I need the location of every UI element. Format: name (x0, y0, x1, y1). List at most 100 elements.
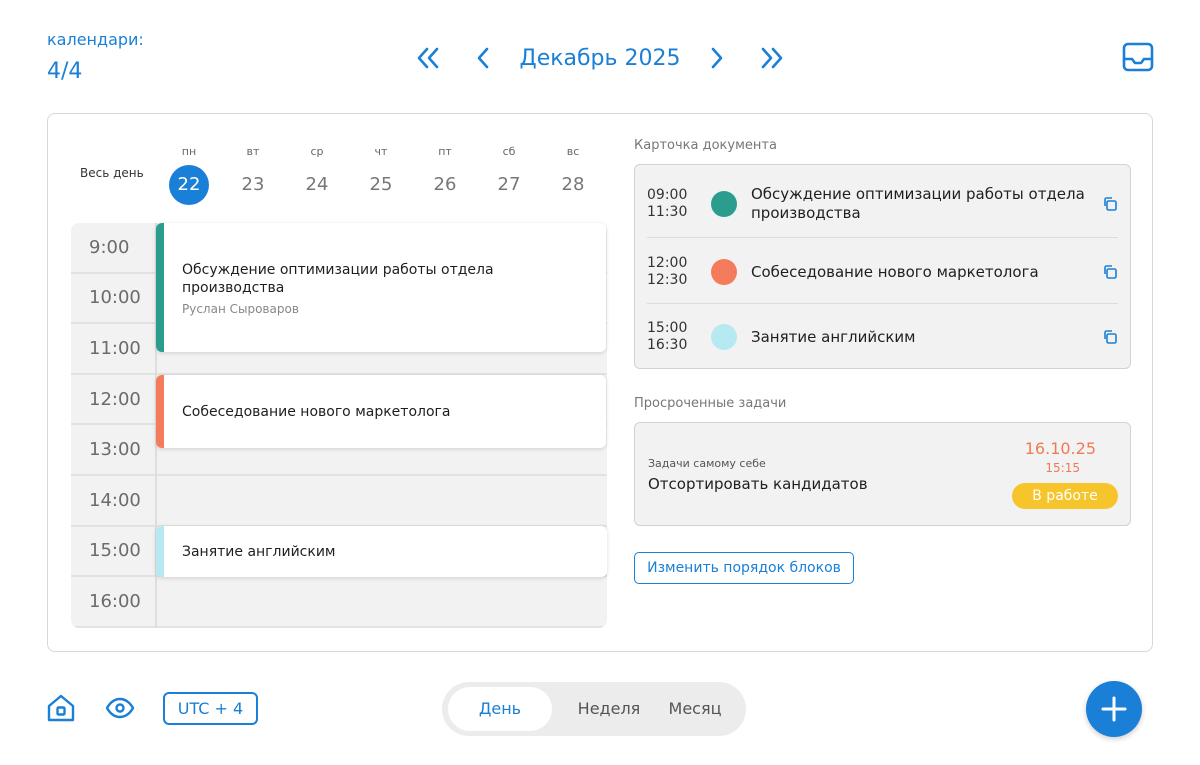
view-day-tab[interactable]: День (448, 687, 552, 731)
doc-item-times: 09:00 11:30 (647, 187, 699, 221)
hour-label: 9:00 (71, 223, 155, 274)
visibility-button[interactable] (103, 691, 137, 725)
event-color-bar (156, 223, 164, 352)
week-days: пн 22 вт 23 ср 24 чт 25 пт 26 сб 27 вс 2… (157, 145, 605, 205)
copy-icon (1104, 265, 1117, 279)
hour-label: 15:00 (71, 527, 155, 578)
doc-item-start: 09:00 (647, 187, 688, 203)
copy-button[interactable] (1102, 329, 1118, 345)
hour-label: 12:00 (71, 375, 155, 426)
hour-label: 10:00 (71, 274, 155, 325)
status-badge[interactable]: В работе (1012, 483, 1118, 509)
add-event-button[interactable] (1086, 681, 1142, 737)
calendars-counter[interactable]: календари: 4/4 (47, 30, 144, 84)
doc-item-end: 16:30 (647, 337, 688, 353)
doc-item-title: Собеседование нового маркетолога (751, 262, 1039, 281)
doc-card-label: Карточка документа (634, 138, 777, 153)
copy-button[interactable] (1102, 196, 1118, 212)
doc-item-end: 11:30 (647, 204, 688, 220)
day-column-sat[interactable]: сб 27 (477, 145, 541, 205)
event-card-optimization[interactable]: Обсуждение оптимизации работы отдела про… (156, 223, 606, 352)
day-column-fri[interactable]: пт 26 (413, 145, 477, 205)
doc-card: 09:00 11:30 Обсуждение оптимизации работ… (634, 164, 1131, 369)
home-icon (47, 694, 75, 722)
event-card-english[interactable]: Занятие английским (156, 526, 607, 577)
next-year-button[interactable] (754, 40, 790, 76)
hour-label: 16:00 (71, 577, 155, 628)
day-column-sun[interactable]: вс 28 (541, 145, 605, 205)
double-chevron-left-icon (417, 47, 439, 69)
day-of-week: чт (374, 145, 388, 158)
chevron-right-icon (711, 47, 723, 69)
doc-item[interactable]: 15:00 16:30 Занятие английским (647, 320, 1118, 354)
doc-item-end: 12:30 (647, 272, 688, 288)
overdue-label: Просроченные задачи (634, 396, 787, 411)
event-color-bar (156, 375, 164, 448)
task-time: 15:15 (1045, 461, 1080, 475)
home-button[interactable] (44, 691, 78, 725)
doc-item-times: 12:00 12:30 (647, 255, 699, 289)
day-column-wed[interactable]: ср 24 (285, 145, 349, 205)
copy-icon (1104, 197, 1117, 211)
color-dot (711, 259, 737, 285)
event-title: Обсуждение оптимизации работы отдела про… (182, 262, 494, 296)
doc-item[interactable]: 09:00 11:30 Обсуждение оптимизации работ… (647, 185, 1118, 223)
day-number[interactable]: 23 (233, 165, 273, 205)
calendars-label: календари: (47, 30, 144, 49)
hour-label: 11:00 (71, 324, 155, 375)
copy-button[interactable] (1102, 264, 1118, 280)
day-number[interactable]: 27 (489, 165, 529, 205)
day-column-thu[interactable]: чт 25 (349, 145, 413, 205)
day-number[interactable]: 24 (297, 165, 337, 205)
prev-month-button[interactable] (465, 40, 501, 76)
copy-icon (1104, 330, 1117, 344)
task-date: 16.10.25 (1024, 439, 1096, 458)
event-person: Руслан Сыроваров (182, 302, 299, 316)
event-title: Занятие английским (182, 544, 336, 560)
day-of-week: ср (310, 145, 324, 158)
hours-column: 9:00 10:00 11:00 12:00 13:00 14:00 15:00… (71, 223, 157, 628)
view-week-tab[interactable]: Неделя (566, 687, 652, 731)
day-column-mon[interactable]: пн 22 (157, 145, 221, 205)
task-category: Задачи самому себе (648, 457, 766, 470)
chevron-left-icon (477, 47, 489, 69)
inbox-icon (1122, 42, 1154, 72)
divider (647, 237, 1118, 238)
doc-item-start: 15:00 (647, 320, 688, 336)
task-title: Отсортировать кандидатов (648, 475, 868, 493)
doc-item-title: Обсуждение оптимизации работы отдела про… (751, 185, 1085, 222)
day-of-week: вс (566, 145, 580, 158)
day-of-week: вт (246, 145, 260, 158)
month-title[interactable]: Декабрь 2025 (520, 46, 681, 71)
doc-item-start: 12:00 (647, 255, 688, 271)
view-switcher: День Неделя Месяц (442, 682, 746, 736)
calendars-value: 4/4 (47, 59, 83, 84)
divider (647, 303, 1118, 304)
event-card-interview[interactable]: Собеседование нового маркетолога (156, 375, 606, 448)
overdue-task-card[interactable]: Задачи самому себе Отсортировать кандида… (634, 422, 1131, 526)
day-column-tue[interactable]: вт 23 (221, 145, 285, 205)
doc-item[interactable]: 12:00 12:30 Собеседование нового маркето… (647, 255, 1118, 289)
hour-label: 14:00 (71, 476, 155, 527)
day-number[interactable]: 26 (425, 165, 465, 205)
doc-item-title: Занятие английским (751, 327, 916, 346)
day-number[interactable]: 28 (553, 165, 593, 205)
prev-year-button[interactable] (410, 40, 446, 76)
timezone-button[interactable]: UTC + 4 (163, 692, 258, 725)
inbox-button[interactable] (1120, 40, 1156, 74)
reorder-blocks-button[interactable]: Изменить порядок блоков (634, 552, 854, 584)
event-color-bar (156, 526, 164, 577)
month-navigation: Декабрь 2025 (410, 38, 790, 78)
day-of-week: сб (502, 145, 516, 158)
doc-item-times: 15:00 16:30 (647, 320, 699, 354)
color-dot (711, 191, 737, 217)
double-chevron-right-icon (761, 47, 783, 69)
eye-icon (105, 697, 135, 719)
event-title: Собеседование нового маркетолога (182, 404, 451, 420)
all-day-label: Весь день (80, 166, 144, 180)
next-month-button[interactable] (699, 40, 735, 76)
view-month-tab[interactable]: Месяц (656, 687, 734, 731)
day-number[interactable]: 22 (169, 165, 209, 205)
hour-label: 13:00 (71, 425, 155, 476)
day-number[interactable]: 25 (361, 165, 401, 205)
